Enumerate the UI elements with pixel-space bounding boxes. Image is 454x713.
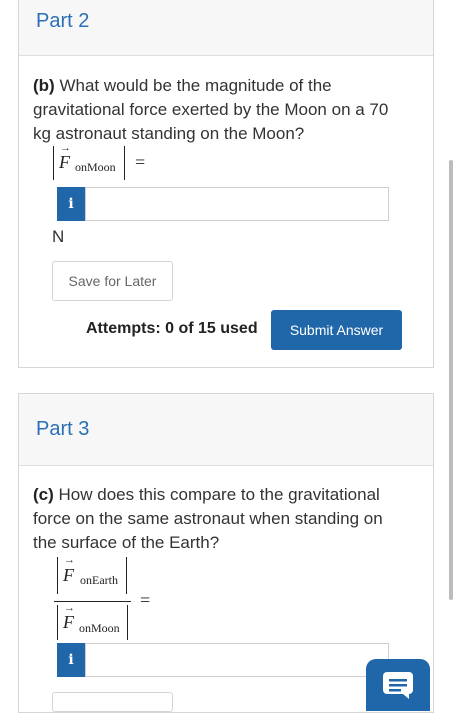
denominator-subscript: onMoon <box>79 621 120 635</box>
den-abs-bar-left <box>57 605 58 640</box>
part3-question: (c) How does this compare to the gravita… <box>33 483 395 555</box>
part3-answer-input[interactable] <box>85 643 389 677</box>
part2-question: (b) What would be the magnitude of the g… <box>33 74 393 146</box>
den-abs-bar-right <box>127 605 128 640</box>
part3-question-prefix: (c) <box>33 485 54 504</box>
abs-bar-left <box>53 146 54 180</box>
equals-sign: = <box>135 152 146 172</box>
save-for-later-button[interactable]: Save for Later <box>52 261 173 301</box>
abs-bar-right <box>124 146 125 180</box>
part2-answer-input[interactable] <box>85 187 389 221</box>
part3-next-button[interactable] <box>52 692 173 712</box>
submit-answer-label: Submit Answer <box>289 322 384 338</box>
part3-title: Part 3 <box>36 418 90 440</box>
part3-info-button[interactable]: i <box>57 643 85 677</box>
save-for-later-label: Save for Later <box>68 273 157 289</box>
vector-symbol: F <box>59 152 70 172</box>
info-icon: i <box>68 652 74 668</box>
chat-button[interactable] <box>366 659 430 711</box>
part2-title: Part 2 <box>36 10 90 32</box>
part3-question-text: How does this compare to the gravitation… <box>33 485 383 552</box>
num-abs-bar-right <box>126 557 127 594</box>
submit-answer-button[interactable]: Submit Answer <box>271 310 402 350</box>
denominator-symbol: F <box>63 612 74 632</box>
chat-icon <box>383 672 413 699</box>
part2-attempts: Attempts: 0 of 15 used <box>86 320 258 337</box>
part2-question-text: What would be the magnitude of the gravi… <box>33 76 389 143</box>
numerator-symbol: F <box>63 565 74 585</box>
part2-info-button[interactable]: i <box>57 187 85 221</box>
part2-header: Part 2 <box>19 0 433 56</box>
numerator-subscript: onEarth <box>80 573 118 587</box>
part2-unit: N <box>52 227 65 246</box>
vector-subscript: onMoon <box>75 160 116 174</box>
part3-equals-sign: = <box>140 590 151 610</box>
part2-question-prefix: (b) <box>33 76 55 95</box>
scrollbar-thumb[interactable] <box>449 160 453 600</box>
num-abs-bar-left <box>57 557 58 594</box>
part3-header: Part 3 <box>19 394 433 466</box>
info-icon: i <box>68 196 74 212</box>
